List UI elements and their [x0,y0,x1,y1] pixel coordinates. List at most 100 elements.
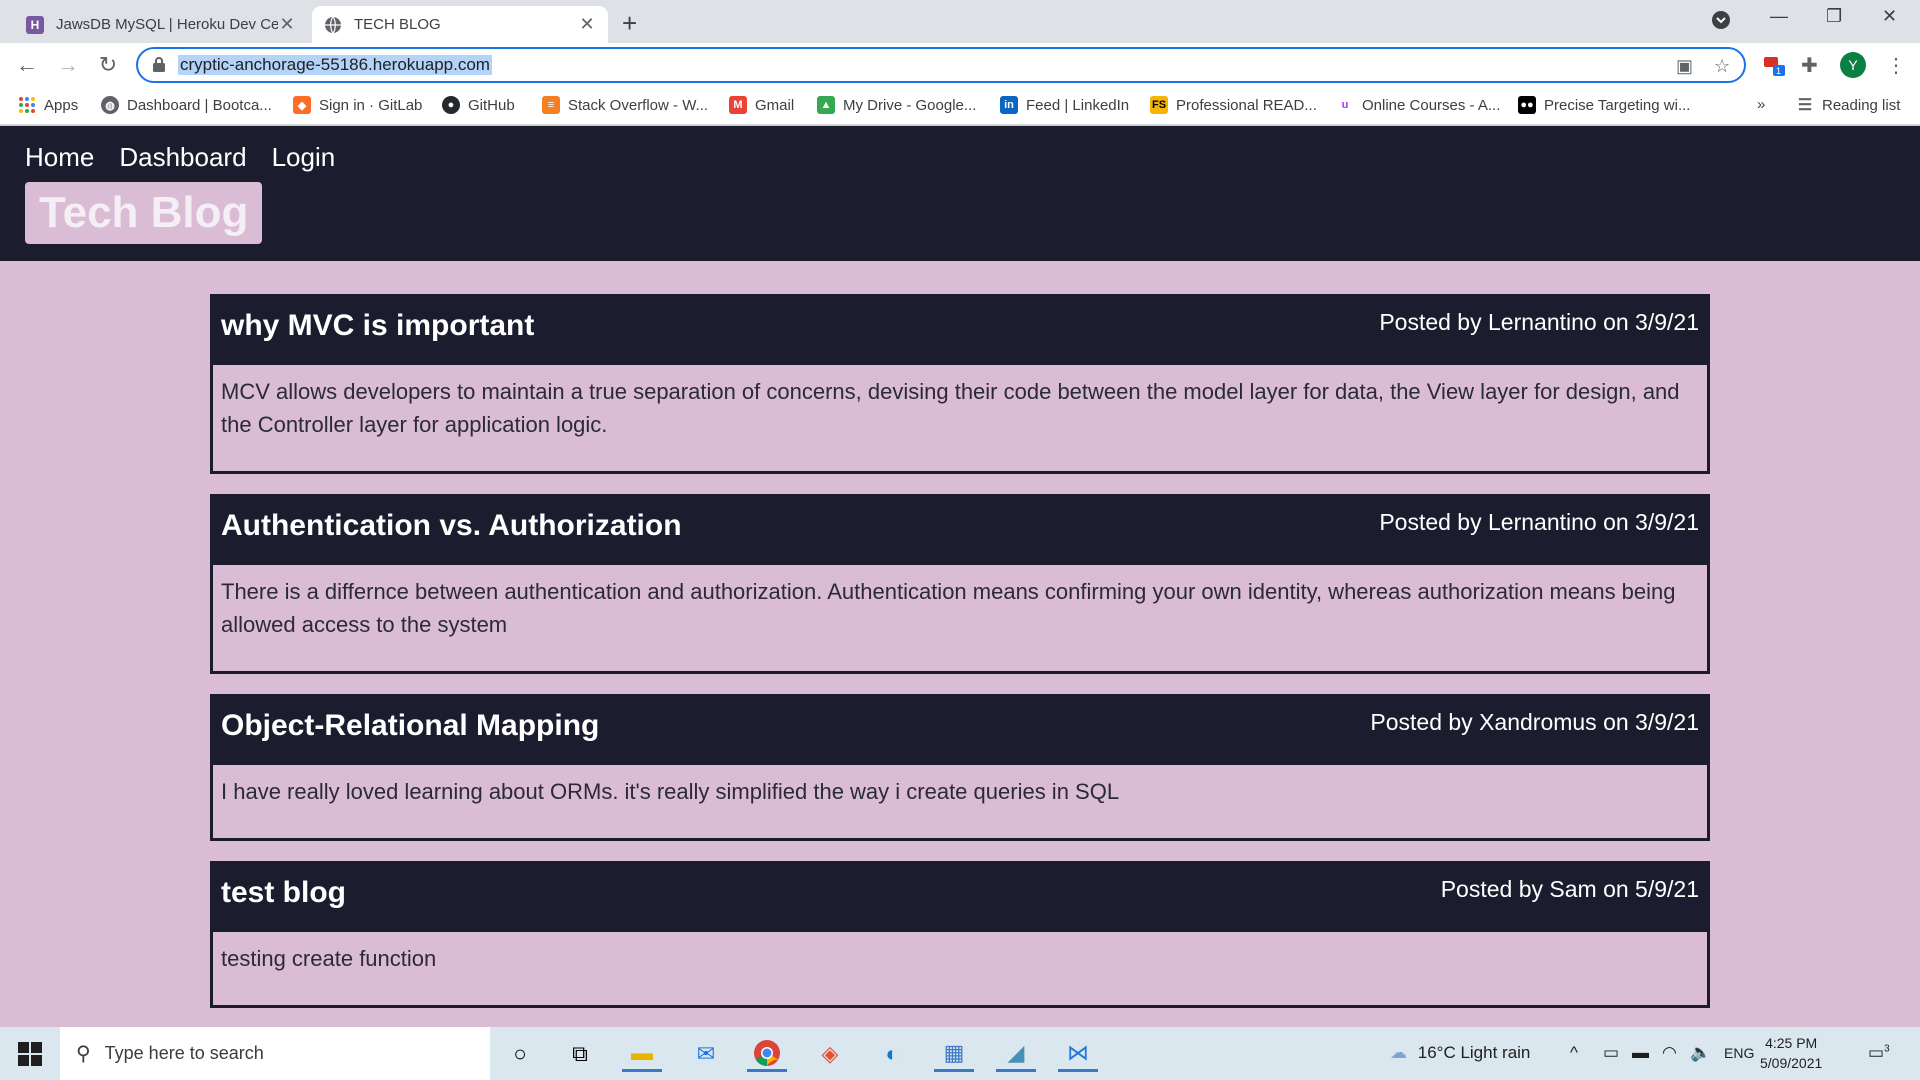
more-bookmarks-chevron[interactable]: » [1757,96,1765,113]
weather-text: 16°C Light rain [1417,1043,1531,1062]
taskbar-search-input[interactable]: ⚲ Type here to search [60,1027,490,1080]
minimize-icon[interactable]: — [1770,6,1788,27]
nav-dashboard-link[interactable]: Dashboard [119,142,246,173]
post-card[interactable]: Authentication vs. Authorization Posted … [210,494,1710,674]
gitlab-icon: ◆ [293,96,311,114]
bookmark-apps[interactable]: Apps [18,96,78,114]
post-title[interactable]: Authentication vs. Authorization [221,509,682,543]
gmail-icon: M [729,96,747,114]
post-list: why MVC is important Posted by Lernantin… [210,294,1710,1027]
kebab-menu-icon[interactable]: ⋮ [1886,53,1906,78]
site-logo[interactable]: Tech Blog [25,182,263,244]
bookmark-linkedin[interactable]: in Feed | LinkedIn [1000,96,1129,114]
bookmark-gitlab[interactable]: ◆ Sign in · GitLab [293,96,422,114]
bookmark-gmail[interactable]: M Gmail [729,96,794,114]
meet-now-icon[interactable]: ▭ [1603,1043,1619,1063]
close-icon[interactable]: ✕ [278,14,296,35]
post-card[interactable]: test blog Posted by Sam on 5/9/21 testin… [210,861,1710,1008]
language-indicator[interactable]: ENG [1724,1045,1754,1061]
post-body: I have really loved learning about ORMs.… [221,779,1120,804]
notification-center-icon[interactable]: ▭3 [1868,1043,1890,1063]
post-header: Object-Relational Mapping Posted by Xand… [213,697,1707,765]
post-card[interactable]: why MVC is important Posted by Lernantin… [210,294,1710,474]
search-icon: ⚲ [76,1043,91,1065]
tab-search-icon[interactable] [1711,10,1731,35]
battery-icon[interactable]: ▬ [1632,1043,1649,1063]
bookmark-professional-read[interactable]: FS Professional READ... [1150,96,1317,114]
post-body: MCV allows developers to maintain a true… [221,379,1680,437]
udemy-icon: u [1336,96,1354,114]
maximize-icon[interactable]: ❐ [1826,6,1842,27]
post-header: why MVC is important Posted by Lernantin… [213,297,1707,365]
reading-list-icon: ☰ [1797,97,1813,114]
bookmark-label: Feed | LinkedIn [1026,96,1130,114]
bookmark-label: Stack Overflow - W... [568,96,709,114]
bookmark-star-icon[interactable]: ☆ [1714,56,1730,77]
clock-time: 4:25 PM [1765,1035,1818,1051]
notification-count: 3 [1884,1043,1890,1055]
lock-icon [152,56,166,72]
post-title[interactable]: Object-Relational Mapping [221,709,599,743]
post-title[interactable]: test blog [221,876,346,910]
window-close-icon[interactable]: ✕ [1882,6,1897,27]
mail-icon[interactable]: ✉ [686,1036,726,1072]
bookmark-precise-targeting[interactable]: ●● Precise Targeting wi... [1518,96,1690,114]
wifi-icon[interactable]: ◠ [1662,1043,1677,1063]
drive-icon: ▲ [817,96,835,114]
bookmark-online-courses[interactable]: u Online Courses - A... [1336,96,1500,114]
chrome-icon[interactable] [747,1036,787,1072]
post-title[interactable]: why MVC is important [221,309,534,343]
bookmark-stackoverflow[interactable]: ≡ Stack Overflow - W... [542,96,708,114]
edge-icon[interactable]: ◐ [872,1036,912,1072]
control-panel-icon[interactable]: ▦ [934,1036,974,1072]
nav-login-link[interactable]: Login [272,142,336,173]
address-bar[interactable]: cryptic-anchorage-55186.herokuapp.com ▣ … [136,47,1746,83]
nav-home-link[interactable]: Home [25,142,94,173]
show-hidden-icons-chevron-icon[interactable]: ^ [1570,1043,1578,1063]
back-arrow-icon[interactable]: ← [13,51,41,79]
bookmark-label: Professional READ... [1176,96,1317,114]
bookmark-github[interactable]: ● GitHub [442,96,515,114]
post-meta: Posted by Xandromus on 3/9/21 [1370,709,1699,735]
avatar[interactable]: Y [1840,52,1866,78]
globe-icon [324,16,342,34]
tab-title: JawsDB MySQL | Heroku Dev Cen [56,16,278,33]
bookmark-label: Apps [44,96,79,114]
close-icon[interactable]: ✕ [578,14,596,35]
linkedin-icon: in [1000,96,1018,114]
post-card[interactable]: Object-Relational Mapping Posted by Xand… [210,694,1710,841]
bookmark-label: GitHub [468,96,515,114]
puzzle-extensions-icon[interactable]: ✚ [1801,53,1818,78]
heroku-favicon-icon: H [26,15,44,34]
site-header: Home Dashboard Login Tech Blog [0,126,1920,261]
bookmarks-bar: Apps ◍ Dashboard | Bootca... ◆ Sign in ·… [0,87,1920,125]
weather-widget[interactable]: ☁ 16°C Light rain [1390,1043,1530,1063]
volume-icon[interactable]: 🔈 [1690,1043,1711,1063]
post-body: There is a differnce between authenticat… [221,579,1676,637]
tab-jawsdb[interactable]: H JawsDB MySQL | Heroku Dev Cen ✕ [14,6,308,43]
new-tab-plus-icon[interactable]: + [622,8,637,39]
tab-tech-blog[interactable]: TECH BLOG ✕ [312,6,608,43]
mysql-workbench-icon[interactable]: ◢ [996,1036,1036,1072]
task-view-icon[interactable]: ⧉ [560,1036,600,1072]
bookmark-dashboard[interactable]: ◍ Dashboard | Bootca... [101,96,272,114]
reload-icon[interactable]: ↻ [94,51,122,79]
file-explorer-icon[interactable]: ▬ [622,1036,662,1072]
extension-badge-icon[interactable]: 1 [1762,53,1786,83]
web-page: Home Dashboard Login Tech Blog why MVC i… [0,126,1920,1027]
post-meta: Posted by Sam on 5/9/21 [1440,876,1699,902]
vscode-icon[interactable]: ⋈ [1058,1036,1098,1072]
forward-arrow-icon[interactable]: → [54,51,82,79]
post-header: Authentication vs. Authorization Posted … [213,497,1707,565]
cortana-icon[interactable]: ○ [500,1036,540,1072]
git-app-icon[interactable]: ◈ [810,1036,850,1072]
reading-list[interactable]: ☰ Reading list [1796,96,1901,115]
url-text[interactable]: cryptic-anchorage-55186.herokuapp.com [178,55,492,75]
browser-toolbar: ← → ↻ cryptic-anchorage-55186.herokuapp.… [0,43,1920,87]
install-app-icon[interactable]: ▣ [1676,56,1693,77]
bookmark-drive[interactable]: ▲ My Drive - Google... [817,96,976,114]
windows-start-icon[interactable] [18,1042,42,1066]
search-placeholder: Type here to search [104,1043,264,1063]
post-header: test blog Posted by Sam on 5/9/21 [213,864,1707,932]
taskbar-clock[interactable]: 4:25 PM 5/09/2021 [1760,1033,1822,1073]
